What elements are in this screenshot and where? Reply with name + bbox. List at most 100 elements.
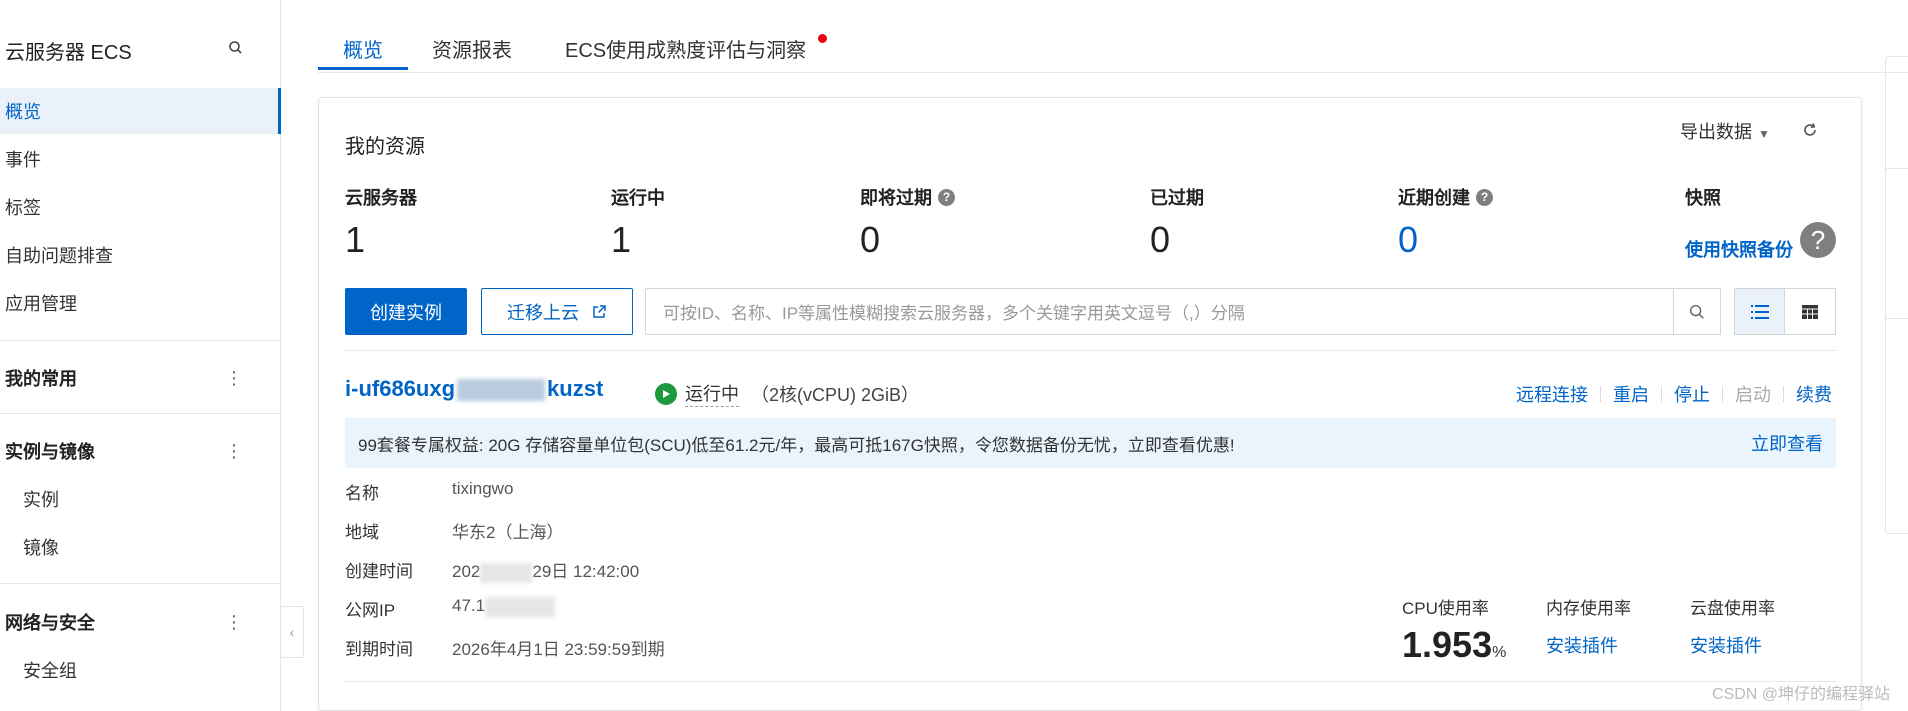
cpu-usage-label: CPU使用率 [1402, 599, 1489, 618]
ip-prefix: 47.1 [452, 596, 486, 615]
tab-overview[interactable]: 概览 [343, 34, 383, 63]
stat-value-expiring[interactable]: 0 [860, 219, 880, 261]
stat-label-recent: 近期创建? [1398, 184, 1493, 210]
sidebar-divider [0, 340, 281, 341]
renew-link[interactable]: 续费 [1796, 381, 1832, 407]
export-label: 导出数据 [1680, 122, 1752, 142]
more-vertical-icon[interactable]: ⋮ [225, 368, 243, 389]
stat-label-text: 已过期 [1150, 188, 1204, 208]
tab-maturity-assessment[interactable]: ECS使用成熟度评估与洞察 [565, 34, 806, 63]
instance-search-input[interactable]: 可按ID、名称、IP等属性模糊搜索云服务器，多个关键字用英文逗号（,）分隔 [645, 288, 1674, 335]
separator [1600, 386, 1601, 402]
use-snapshot-backup-link[interactable]: 使用快照备份 [1685, 236, 1793, 262]
sidebar-group-label: 实例与镜像 [5, 442, 95, 462]
instance-actions: 远程连接 重启 停止 启动 续费 [1516, 381, 1832, 407]
sidebar-item-security-groups[interactable]: 安全组 [0, 647, 281, 693]
sidebar: 云服务器 ECS 概览 事件 标签 自助问题排查 应用管理 我的常用 ⋮ 实例与… [0, 0, 281, 711]
sidebar-divider [0, 583, 281, 584]
restart-link[interactable]: 重启 [1613, 381, 1649, 407]
chevron-left-icon: ‹ [289, 624, 295, 640]
created-label: 创建时间 [345, 562, 413, 581]
expire-label: 到期时间 [345, 640, 413, 659]
cpu-value: 1.953 [1402, 624, 1493, 665]
sidebar-item-overview[interactable]: 概览 [0, 88, 281, 134]
more-vertical-icon[interactable]: ⋮ [225, 441, 243, 462]
memory-usage-label: 内存使用率 [1546, 599, 1631, 618]
help-icon[interactable]: ? [938, 188, 955, 206]
start-link: 启动 [1735, 385, 1771, 405]
sidebar-item-images[interactable]: 镜像 [0, 524, 281, 570]
my-resources-title: 我的资源 [345, 136, 425, 158]
stat-value-servers[interactable]: 1 [345, 219, 365, 261]
sidebar-item-instances[interactable]: 实例 [0, 476, 281, 522]
separator [1722, 386, 1723, 402]
separator [1661, 386, 1662, 402]
stat-label-text: 云服务器 [345, 188, 417, 208]
sidebar-group-network-security[interactable]: 网络与安全 ⋮ [0, 599, 281, 645]
sidebar-item-app-management[interactable]: 应用管理 [0, 280, 281, 326]
status-text[interactable]: 运行中 [685, 380, 739, 407]
search-button[interactable] [1673, 288, 1721, 335]
sidebar-item-troubleshoot[interactable]: 自助问题排查 [0, 232, 281, 278]
public-ip-label: 公网IP [345, 601, 396, 620]
table-view-toggle[interactable] [1784, 288, 1836, 335]
instance-spec: （2核(vCPU) 2GiB） [751, 384, 920, 405]
help-icon[interactable]: ? [1476, 188, 1493, 206]
sidebar-group-instances-images[interactable]: 实例与镜像 ⋮ [0, 428, 281, 474]
sidebar-item-label: 安全组 [23, 661, 77, 681]
view-now-link[interactable]: 立即查看 [1751, 430, 1823, 456]
migrate-label: 迁移上云 [507, 302, 579, 323]
expire-value: 2026年4月1日 23:59:59到期 [452, 640, 665, 659]
stat-label-expired: 已过期 [1150, 184, 1204, 210]
right-panel-divider [1885, 168, 1908, 169]
sidebar-group-favorites[interactable]: 我的常用 ⋮ [0, 355, 281, 401]
cpu-usage-value[interactable]: 1.953% [1402, 624, 1506, 666]
public-ip-value: 47.1 [452, 596, 556, 617]
stat-label-running: 运行中 [611, 184, 665, 210]
redacted-mask [485, 596, 556, 617]
stop-link[interactable]: 停止 [1674, 381, 1710, 407]
tab-resource-report[interactable]: 资源报表 [432, 34, 512, 63]
sidebar-group-label: 我的常用 [5, 369, 77, 389]
sidebar-group-label: 网络与安全 [5, 613, 95, 633]
help-icon[interactable]: ? [1800, 222, 1836, 258]
stat-label-servers: 云服务器 [345, 184, 417, 210]
more-vertical-icon[interactable]: ⋮ [225, 612, 243, 633]
tab-active-indicator [318, 67, 408, 70]
sidebar-divider [0, 413, 281, 414]
sidebar-item-tags[interactable]: 标签 [0, 184, 281, 230]
stat-value-expired[interactable]: 0 [1150, 219, 1170, 261]
export-data-dropdown[interactable]: 导出数据 ▼ [1680, 118, 1770, 144]
right-side-panel[interactable] [1885, 56, 1908, 534]
migrate-to-cloud-button[interactable]: 迁移上云 [481, 288, 633, 335]
stat-label-text: 近期创建 [1398, 188, 1470, 208]
created-suffix: 29日 12:42:00 [532, 562, 640, 581]
table-icon [1801, 304, 1818, 319]
instance-id-link[interactable]: i-uf686uxg kuzst [345, 376, 603, 402]
name-value: tixingwo [452, 479, 514, 498]
refresh-icon[interactable] [1800, 120, 1820, 140]
sidebar-collapse-button[interactable]: ‹ [281, 606, 304, 658]
separator [1783, 386, 1784, 402]
install-plugin-memory-link[interactable]: 安装插件 [1546, 632, 1618, 658]
redacted-mask [480, 562, 533, 583]
instance-id-prefix: i-uf686uxg [345, 376, 456, 401]
stat-value-running[interactable]: 1 [611, 219, 631, 261]
stat-label-text: 运行中 [611, 188, 665, 208]
created-prefix: 202 [452, 562, 481, 581]
sidebar-item-events[interactable]: 事件 [0, 136, 281, 182]
list-icon [1750, 304, 1769, 319]
sidebar-item-label: 镜像 [23, 538, 59, 558]
search-icon[interactable] [226, 38, 246, 58]
install-plugin-disk-link[interactable]: 安装插件 [1690, 632, 1762, 658]
list-view-toggle[interactable] [1734, 288, 1785, 335]
region-value: 华东2（上海） [452, 523, 564, 542]
create-instance-button[interactable]: 创建实例 [345, 288, 467, 335]
stat-value-recent[interactable]: 0 [1398, 219, 1418, 261]
name-label: 名称 [345, 484, 379, 503]
sidebar-item-label: 标签 [5, 198, 41, 218]
remote-connect-link[interactable]: 远程连接 [1516, 381, 1588, 407]
notification-dot [818, 34, 827, 43]
redacted-mask [457, 379, 546, 402]
running-icon [655, 382, 677, 405]
